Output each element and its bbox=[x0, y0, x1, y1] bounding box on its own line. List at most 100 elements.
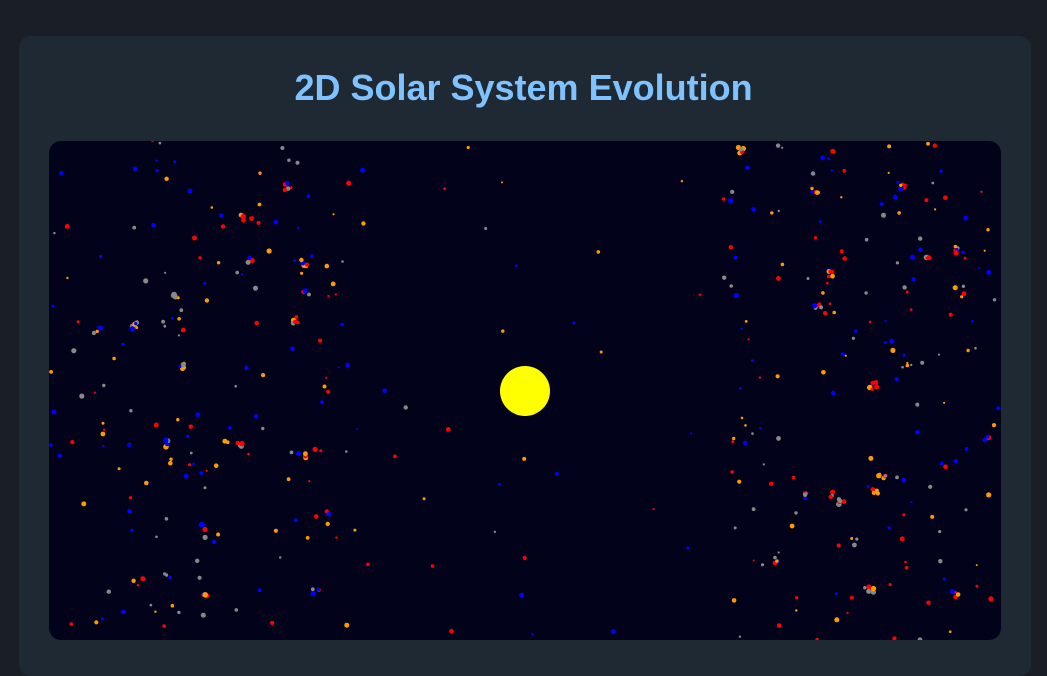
particle bbox=[920, 360, 925, 365]
particle bbox=[775, 374, 780, 379]
particle bbox=[918, 247, 923, 252]
particle bbox=[789, 523, 795, 529]
particle bbox=[819, 220, 822, 223]
particle bbox=[905, 290, 909, 294]
particle bbox=[931, 181, 935, 185]
particle-cluster bbox=[814, 190, 820, 195]
particle bbox=[905, 363, 910, 368]
particle bbox=[730, 470, 734, 474]
particle bbox=[155, 159, 158, 162]
particle bbox=[910, 501, 913, 504]
particle bbox=[910, 254, 916, 260]
particle bbox=[892, 194, 898, 200]
particle bbox=[158, 141, 162, 145]
particle bbox=[211, 539, 217, 545]
particle-cluster bbox=[302, 288, 308, 294]
particle bbox=[813, 236, 818, 240]
particle-cluster bbox=[303, 451, 308, 457]
particle bbox=[881, 212, 886, 218]
particle-cluster bbox=[850, 537, 854, 540]
particle-cluster bbox=[178, 365, 182, 369]
particle bbox=[313, 514, 319, 519]
particle-cluster bbox=[819, 305, 824, 310]
particle bbox=[130, 528, 134, 532]
particle bbox=[189, 451, 193, 455]
particle bbox=[906, 361, 909, 365]
particle bbox=[895, 261, 900, 265]
particle bbox=[964, 508, 968, 512]
particle bbox=[961, 250, 965, 255]
particle bbox=[151, 222, 157, 228]
particle-cluster bbox=[285, 180, 290, 186]
particle bbox=[422, 497, 426, 501]
particle bbox=[149, 603, 153, 607]
particle bbox=[325, 376, 328, 379]
particle bbox=[961, 284, 966, 288]
particle bbox=[806, 277, 810, 280]
particle-cluster bbox=[775, 559, 779, 563]
particle bbox=[168, 575, 173, 580]
particle bbox=[776, 276, 781, 281]
particle bbox=[795, 596, 799, 600]
particle-cluster bbox=[852, 542, 857, 548]
particle bbox=[964, 446, 969, 451]
particle bbox=[324, 263, 330, 269]
particle bbox=[296, 226, 300, 229]
particle bbox=[745, 165, 750, 170]
particle bbox=[740, 416, 744, 420]
particle bbox=[780, 262, 785, 267]
particle bbox=[781, 146, 784, 149]
particle bbox=[686, 546, 690, 550]
particle-cluster bbox=[874, 384, 880, 390]
particle bbox=[120, 609, 126, 615]
particle bbox=[330, 281, 336, 287]
particle bbox=[899, 536, 905, 542]
particle bbox=[963, 215, 968, 221]
particle bbox=[51, 409, 57, 415]
particle bbox=[731, 598, 737, 603]
particle bbox=[154, 610, 157, 613]
particle bbox=[777, 551, 780, 554]
particle-cluster bbox=[163, 437, 169, 444]
particle bbox=[153, 422, 159, 428]
particle bbox=[836, 543, 841, 548]
particle bbox=[926, 600, 931, 605]
particle-cluster bbox=[739, 146, 744, 152]
particle-cluster bbox=[95, 329, 99, 334]
particle bbox=[183, 473, 189, 479]
particle bbox=[902, 513, 906, 517]
particle bbox=[732, 436, 736, 441]
particle bbox=[136, 584, 140, 587]
particle bbox=[66, 276, 69, 280]
particle bbox=[317, 338, 323, 343]
particle bbox=[198, 256, 202, 260]
particle bbox=[144, 480, 149, 486]
particle bbox=[840, 196, 843, 199]
particle bbox=[828, 302, 832, 305]
particle bbox=[345, 362, 351, 368]
particle bbox=[909, 308, 913, 311]
particle bbox=[393, 454, 397, 459]
particle bbox=[204, 298, 210, 303]
particle bbox=[164, 517, 169, 521]
particle bbox=[760, 563, 765, 567]
particle bbox=[904, 565, 909, 570]
simulation-canvas[interactable] bbox=[49, 141, 1001, 640]
particle bbox=[831, 390, 836, 396]
particle bbox=[680, 180, 684, 183]
particle-cluster bbox=[294, 315, 299, 319]
particle bbox=[164, 176, 169, 181]
particle bbox=[887, 526, 891, 530]
particle bbox=[810, 171, 816, 176]
particle bbox=[974, 346, 977, 350]
particle bbox=[742, 440, 748, 446]
particle bbox=[915, 430, 920, 435]
particle-cluster bbox=[870, 387, 874, 391]
particle bbox=[177, 334, 180, 337]
particle bbox=[776, 436, 781, 441]
particle-cluster bbox=[873, 380, 879, 385]
particle-cluster bbox=[299, 257, 304, 263]
particle-cluster bbox=[955, 592, 961, 597]
particle-cluster bbox=[239, 440, 245, 447]
particle bbox=[199, 471, 204, 475]
